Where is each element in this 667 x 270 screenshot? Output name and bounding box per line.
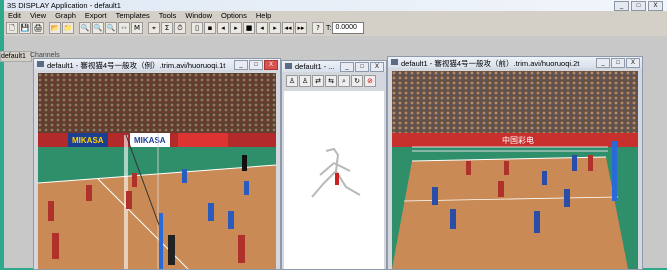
folder-icon[interactable]: 📁 bbox=[62, 22, 74, 34]
maximize-button[interactable]: □ bbox=[631, 1, 646, 11]
menu-view[interactable]: View bbox=[30, 11, 46, 20]
magnify-icon[interactable]: ⌕ bbox=[338, 75, 350, 87]
app-window-controls: _ □ X bbox=[614, 1, 663, 11]
menu-edit[interactable]: Edit bbox=[8, 11, 21, 20]
volleyball-court-scene-right: 中国彩电 bbox=[392, 71, 638, 269]
figure-icon[interactable]: ♙ bbox=[286, 75, 298, 87]
swap-back-icon[interactable]: ⇆ bbox=[325, 75, 337, 87]
minimize-button[interactable]: _ bbox=[340, 62, 354, 72]
close-button[interactable]: X bbox=[370, 62, 384, 72]
sum-icon[interactable]: Σ bbox=[161, 22, 173, 34]
video-window-right-titlebar[interactable]: default1 - 審视猫4号一般攻（前）.trim.avi/huoruoqi… bbox=[388, 57, 642, 68]
minimize-button[interactable]: _ bbox=[234, 60, 248, 70]
save-icon[interactable]: 💾 bbox=[19, 22, 31, 34]
skeleton-window-title: default1 - ... bbox=[295, 62, 335, 71]
no-icon[interactable]: ⊘ bbox=[364, 75, 376, 87]
skeleton-view[interactable] bbox=[284, 91, 384, 269]
document-tab[interactable]: default1 bbox=[0, 51, 32, 62]
window-app-icon bbox=[285, 63, 292, 69]
crosshair-icon[interactable]: ⌖ bbox=[148, 22, 160, 34]
stick-figure bbox=[311, 147, 361, 198]
menu-graph[interactable]: Graph bbox=[55, 11, 76, 20]
banner-text-right: 中国彩电 bbox=[502, 135, 534, 145]
menu-window[interactable]: Window bbox=[185, 11, 212, 20]
minimize-button[interactable]: _ bbox=[614, 1, 629, 11]
skeleton-window-titlebar[interactable]: default1 - ... _ □ X bbox=[282, 61, 386, 72]
fast-forward-icon[interactable]: ▸▸ bbox=[295, 22, 307, 34]
marker-m-button[interactable]: M bbox=[131, 22, 143, 34]
maximize-button[interactable]: □ bbox=[249, 60, 263, 70]
close-button[interactable]: X bbox=[648, 1, 663, 11]
video-window-right-title: default1 - 審视猫4号一般攻（前）.trim.avi/huoruoqi… bbox=[401, 59, 580, 68]
app-title: 3S DISPLAY Application - default1 bbox=[7, 1, 121, 10]
stop-icon[interactable]: ■ bbox=[243, 22, 255, 34]
maximize-button[interactable]: □ bbox=[355, 62, 369, 72]
minimize-button[interactable]: _ bbox=[596, 58, 610, 68]
close-button[interactable]: X bbox=[264, 60, 278, 70]
step-back-icon[interactable]: ◂ bbox=[217, 22, 229, 34]
figure-alt-icon[interactable]: ♙ bbox=[299, 75, 311, 87]
menu-tools[interactable]: Tools bbox=[159, 11, 177, 20]
app-titlebar: 3S DISPLAY Application - default1 _ □ X bbox=[4, 0, 667, 11]
skeleton-toolbar: ♙ ♙ ⇄ ⇆ ⌕ ↻ ⊘ bbox=[286, 75, 386, 87]
timer-icon[interactable]: ⏱ bbox=[174, 22, 186, 34]
play-icon[interactable]: ▸ bbox=[269, 22, 281, 34]
maximize-button[interactable]: □ bbox=[611, 58, 625, 68]
frame-icon[interactable]: ▯ bbox=[191, 22, 203, 34]
step-forward-icon[interactable]: ▸ bbox=[230, 22, 242, 34]
window-app-icon bbox=[391, 59, 398, 65]
play-back-icon[interactable]: ◂ bbox=[256, 22, 268, 34]
menu-help[interactable]: Help bbox=[256, 11, 271, 20]
video-window-left[interactable]: default1 - 審视猫4号一般攻（例）.trim.avi/huoruoqi… bbox=[33, 58, 281, 270]
menu-templates[interactable]: Templates bbox=[116, 11, 150, 20]
banner-text-left: MIKASA bbox=[72, 136, 104, 145]
video-window-right[interactable]: default1 - 審视猫4号一般攻（前）.trim.avi/huoruoqi… bbox=[387, 56, 643, 270]
time-label: T: bbox=[326, 24, 332, 32]
video-window-left-title: default1 - 審视猫4号一般攻（例）.trim.avi/huoruoqi… bbox=[47, 61, 226, 70]
menu-bar: Edit View Graph Export Templates Tools Window O… bbox=[4, 11, 667, 21]
volleyball-court-scene-left: MIKASA MIKASA bbox=[38, 73, 276, 269]
pan-icon[interactable]: ↔ bbox=[118, 22, 130, 34]
zoom-out-icon[interactable]: 🔍 bbox=[92, 22, 104, 34]
menu-options[interactable]: Options bbox=[221, 11, 247, 20]
help-icon[interactable]: ? bbox=[312, 22, 324, 34]
rewind-icon[interactable]: ◂◂ bbox=[282, 22, 294, 34]
new-file-icon[interactable]: 🗋 bbox=[6, 22, 18, 34]
toolbar: 🗋 💾 🖨 📂 📁 🔍 🔍 🔍 ↔ M ⌖ Σ ⏱ ▯ ▪ ◂ ▸ ■ ◂ ▸ … bbox=[4, 21, 667, 35]
swap-icon[interactable]: ⇄ bbox=[312, 75, 324, 87]
time-input[interactable]: 0.0000 bbox=[332, 22, 365, 34]
video-frame-left[interactable]: MIKASA MIKASA bbox=[38, 73, 276, 269]
rotate-icon[interactable]: ↻ bbox=[351, 75, 363, 87]
menu-export[interactable]: Export bbox=[85, 11, 107, 20]
print-icon[interactable]: 🖨 bbox=[32, 22, 44, 34]
zoom-in-icon[interactable]: 🔍 bbox=[79, 22, 91, 34]
close-button[interactable]: X bbox=[626, 58, 640, 68]
banner-text-mid: MIKASA bbox=[134, 136, 166, 145]
open-icon[interactable]: 📂 bbox=[49, 22, 61, 34]
zoom-fit-icon[interactable]: 🔍 bbox=[105, 22, 117, 34]
stop-small-icon[interactable]: ▪ bbox=[204, 22, 216, 34]
video-frame-right[interactable]: 中国彩电 bbox=[392, 71, 638, 269]
skeleton-window[interactable]: default1 - ... _ □ X ♙ ♙ ⇄ ⇆ ⌕ ↻ ⊘ bbox=[281, 60, 387, 270]
video-window-left-titlebar[interactable]: default1 - 審视猫4号一般攻（例）.trim.avi/huoruoqi… bbox=[34, 59, 280, 70]
window-app-icon bbox=[37, 61, 44, 67]
